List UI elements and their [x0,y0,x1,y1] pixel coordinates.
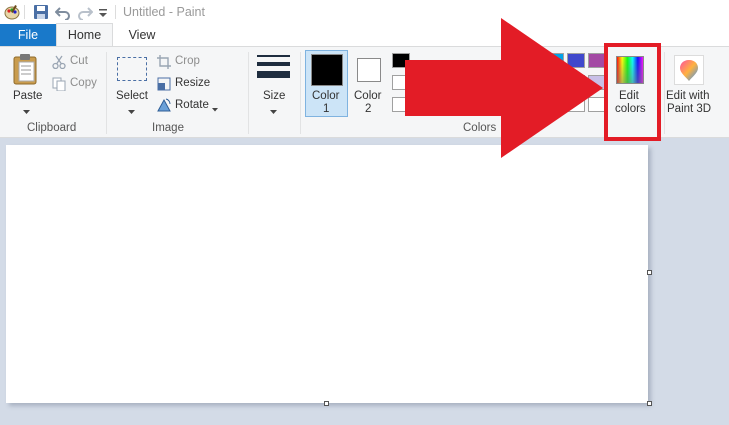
copy-button[interactable]: Copy [70,77,97,89]
crop-icon [157,55,171,69]
select-icon[interactable] [117,57,147,81]
rotate-icon [157,98,171,112]
copy-icon [52,77,66,92]
group-separator [300,52,301,134]
save-icon[interactable] [33,4,49,20]
title-bar [0,0,729,24]
resize-button[interactable]: Resize [175,77,210,89]
edit-colors-highlight-box [604,43,661,141]
title-separator [115,5,116,19]
drawing-canvas[interactable] [6,145,648,403]
paint-app-icon[interactable] [4,4,20,20]
size-icon[interactable] [257,55,290,81]
clipboard-group-label: Clipboard [27,122,77,134]
paste-icon[interactable] [12,53,40,85]
resize-handle-right[interactable] [647,270,652,275]
edit-with-paint3d-label-2[interactable]: Paint 3D [667,103,711,115]
edit-with-paint3d-label[interactable]: Edit with [666,90,709,102]
window-title: Untitled - Paint [123,5,205,19]
group-separator [248,52,249,134]
paste-dropdown-icon[interactable] [23,106,30,118]
tab-home[interactable]: Home [56,23,113,47]
color1-label: Color [312,90,340,102]
size-button[interactable]: Size [263,90,285,102]
group-separator [664,52,665,134]
select-button[interactable]: Select [116,90,148,102]
resize-handle-corner[interactable] [647,401,652,406]
color2-label[interactable]: Color [354,90,381,102]
paint3d-icon [674,55,704,85]
color2-swatch[interactable] [357,58,381,82]
redo-icon[interactable] [77,4,94,21]
customize-dropdown-icon[interactable] [98,4,108,20]
tab-file[interactable]: File [0,24,56,47]
color1-number: 1 [323,103,330,115]
title-separator [24,5,25,19]
tab-view[interactable]: View [113,24,171,47]
resize-icon [157,77,171,91]
resize-handle-bottom[interactable] [324,401,329,406]
undo-icon[interactable] [54,4,71,21]
cut-button[interactable]: Cut [70,55,88,67]
rotate-button[interactable]: Rotate [175,99,209,111]
rotate-dropdown-icon[interactable] [212,103,218,115]
select-dropdown-icon[interactable] [128,106,135,118]
group-separator [106,52,107,134]
image-group-label: Image [152,122,184,134]
size-dropdown-icon[interactable] [270,106,277,118]
color2-number: 2 [365,103,372,115]
annotation-arrow [405,18,605,163]
crop-button[interactable]: Crop [175,55,200,67]
color1-swatch [311,54,343,86]
cut-icon [52,55,66,70]
paste-button[interactable]: Paste [13,90,42,102]
